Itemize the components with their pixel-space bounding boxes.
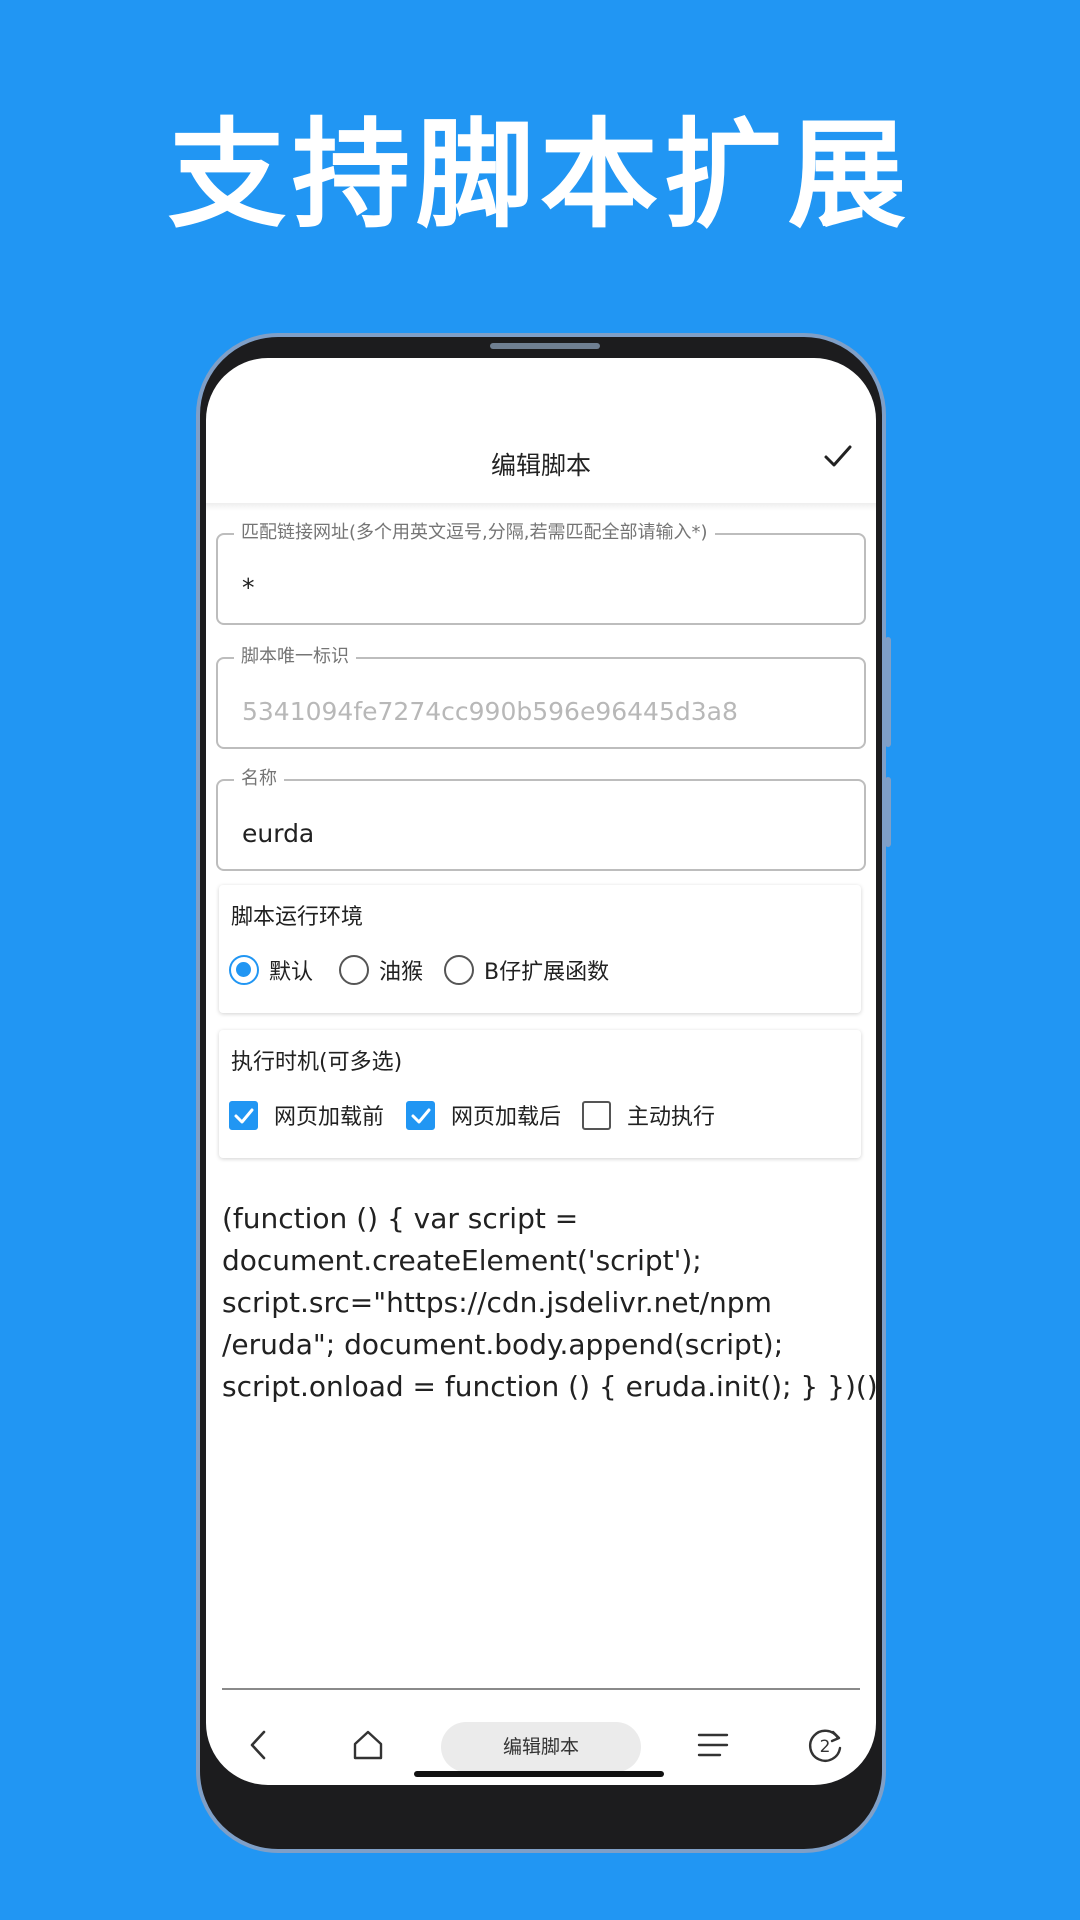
- radio-unselected[interactable]: [444, 955, 474, 985]
- script-id-field: 脚本唯一标识 5341094fe7274cc990b596e96445d3a8: [216, 646, 866, 749]
- timing-option-label: 网页加载前: [274, 1105, 385, 1130]
- timing-option-before-load[interactable]: 网页加载前: [229, 1098, 384, 1132]
- runtime-option-label: 油猴: [379, 960, 424, 985]
- script-code-editor[interactable]: (function () { var script = document.crea…: [222, 1198, 876, 1408]
- code-line: script.src="https://cdn.jsdelivr.net/npm: [222, 1286, 772, 1319]
- page-title: 编辑脚本: [490, 451, 591, 480]
- runtime-title: 脚本运行环境: [231, 905, 364, 930]
- home-indicator: [414, 1771, 664, 1777]
- volume-button: [885, 637, 891, 747]
- app-bar: 编辑脚本: [206, 358, 876, 503]
- menu-icon[interactable]: [688, 1720, 738, 1770]
- timing-option-label: 主动执行: [627, 1105, 716, 1130]
- runtime-option-default[interactable]: 默认: [229, 953, 313, 987]
- timing-title: 执行时机(可多选): [231, 1050, 403, 1075]
- code-line: /eruda"; document.body.append(script);: [222, 1328, 784, 1361]
- runtime-card: 脚本运行环境 默认 油猴 B仔扩展函数: [219, 885, 861, 1013]
- tab-count: 2: [820, 1737, 831, 1757]
- current-tab-pill[interactable]: 编辑脚本: [441, 1722, 641, 1772]
- radio-unselected[interactable]: [339, 955, 369, 985]
- timing-option-label: 网页加载后: [451, 1105, 562, 1130]
- code-line: (function () { var script =: [222, 1202, 579, 1235]
- runtime-option-label: B仔扩展函数: [484, 960, 610, 985]
- headline: 支持脚本扩展: [167, 106, 912, 244]
- script-id-value: 5341094fe7274cc990b596e96445d3a8: [242, 697, 738, 726]
- code-line: document.createElement('script');: [222, 1244, 702, 1277]
- checkbox-checked[interactable]: [406, 1100, 435, 1130]
- name-value: eurda: [242, 819, 315, 848]
- script-id-label: 脚本唯一标识: [234, 646, 356, 668]
- code-line: script.onload = function () { eruda.init…: [222, 1370, 876, 1403]
- runtime-option-tampermonkey[interactable]: 油猴: [339, 953, 423, 987]
- timing-option-after-load[interactable]: 网页加载后: [406, 1098, 561, 1132]
- runtime-option-bzai-extension[interactable]: B仔扩展函数: [444, 953, 609, 987]
- home-icon[interactable]: [343, 1720, 393, 1770]
- match-url-field[interactable]: 匹配链接网址(多个用英文逗号,分隔,若需匹配全部请输入*) *: [216, 522, 866, 625]
- name-field[interactable]: 名称 eurda: [216, 768, 866, 871]
- phone-top-slot: [490, 343, 600, 349]
- checkbox-checked[interactable]: [229, 1100, 258, 1130]
- tab-count-icon[interactable]: 2: [800, 1720, 850, 1770]
- power-button: [885, 777, 891, 847]
- name-label: 名称: [234, 768, 284, 790]
- chevron-left-icon[interactable]: [234, 1720, 284, 1770]
- checkbox-unchecked[interactable]: [582, 1100, 611, 1130]
- match-url-value: *: [242, 573, 255, 602]
- radio-selected[interactable]: [229, 955, 259, 985]
- runtime-option-label: 默认: [269, 960, 314, 985]
- check-icon[interactable]: [818, 436, 858, 476]
- app-bar-divider: [206, 503, 876, 511]
- phone-screen: 编辑脚本 匹配链接网址(多个用英文逗号,分隔,若需匹配全部请输入*) * 脚本唯…: [206, 358, 876, 1785]
- timing-option-manual[interactable]: 主动执行: [582, 1098, 715, 1132]
- timing-card: 执行时机(可多选) 网页加载前 网页加载后 主动执行: [219, 1030, 861, 1158]
- match-url-label: 匹配链接网址(多个用英文逗号,分隔,若需匹配全部请输入*): [234, 522, 715, 544]
